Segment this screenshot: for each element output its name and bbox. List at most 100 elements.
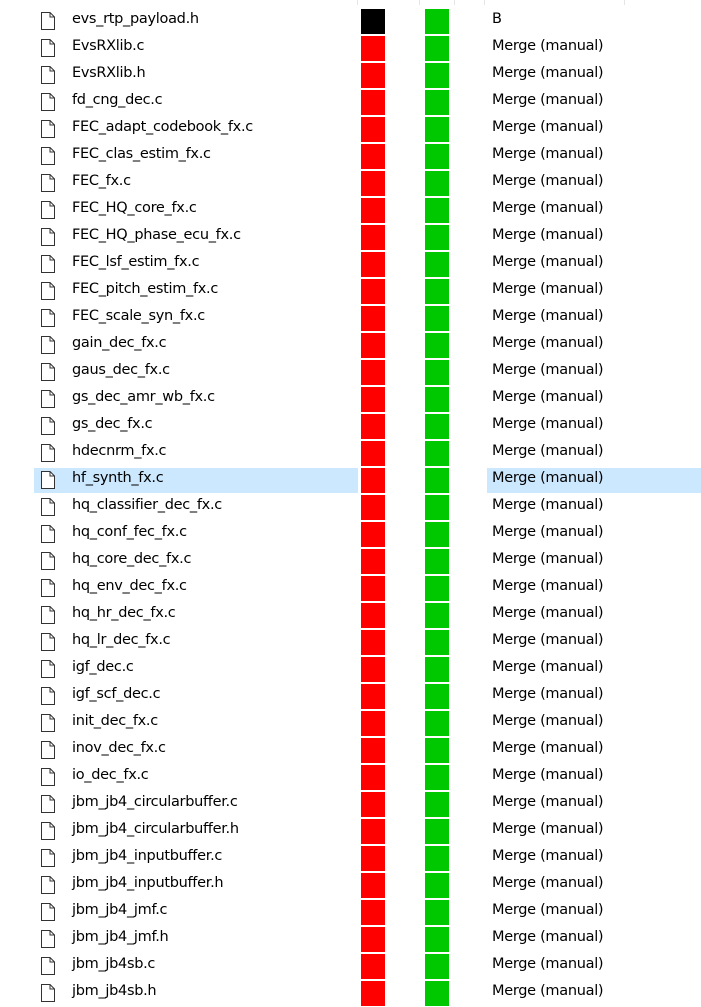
merge-action[interactable]: Merge (manual) <box>492 632 604 648</box>
table-row[interactable]: gain_dec_fx.c Merge (manual) <box>0 332 701 359</box>
merge-action[interactable]: Merge (manual) <box>492 659 604 675</box>
table-row[interactable]: FEC_lsf_estim_fx.c Merge (manual) <box>0 251 701 278</box>
merge-action[interactable]: Merge (manual) <box>492 362 604 378</box>
table-row[interactable]: igf_scf_dec.c Merge (manual) <box>0 683 701 710</box>
merge-action[interactable]: Merge (manual) <box>492 281 604 297</box>
table-row[interactable]: inov_dec_fx.c Merge (manual) <box>0 737 701 764</box>
table-row[interactable]: hdecnrm_fx.c Merge (manual) <box>0 440 701 467</box>
table-row[interactable]: gs_dec_fx.c Merge (manual) <box>0 413 701 440</box>
merge-action[interactable]: B <box>492 11 502 27</box>
file-merge-list: evs_rtp_payload.h B EvsRXlib.c Merge (manua… <box>0 0 701 1006</box>
table-row[interactable]: init_dec_fx.c Merge (manual) <box>0 710 701 737</box>
column-separator[interactable] <box>454 0 455 5</box>
table-row[interactable]: FEC_HQ_core_fx.c Merge (manual) <box>0 197 701 224</box>
table-row[interactable]: gaus_dec_fx.c Merge (manual) <box>0 359 701 386</box>
table-row[interactable]: evs_rtp_payload.h B <box>0 8 701 35</box>
left-status-swatch <box>361 576 385 601</box>
merge-action[interactable]: Merge (manual) <box>492 767 604 783</box>
merge-action[interactable]: Merge (manual) <box>492 389 604 405</box>
merge-action[interactable]: Merge (manual) <box>492 821 604 837</box>
merge-action[interactable]: Merge (manual) <box>492 929 604 945</box>
merge-action[interactable]: Merge (manual) <box>492 227 604 243</box>
table-row[interactable]: FEC_clas_estim_fx.c Merge (manual) <box>0 143 701 170</box>
table-row[interactable]: FEC_scale_syn_fx.c Merge (manual) <box>0 305 701 332</box>
left-status-swatch <box>361 846 385 871</box>
table-row[interactable]: gs_dec_amr_wb_fx.c Merge (manual) <box>0 386 701 413</box>
column-separator[interactable] <box>357 0 358 5</box>
merge-action[interactable]: Merge (manual) <box>492 848 604 864</box>
table-row[interactable]: hf_synth_fx.c Merge (manual) <box>0 467 701 494</box>
table-row[interactable]: hq_classifier_dec_fx.c Merge (manual) <box>0 494 701 521</box>
table-row[interactable]: jbm_jb4_jmf.c Merge (manual) <box>0 899 701 926</box>
left-status-swatch <box>361 252 385 277</box>
merge-action[interactable]: Merge (manual) <box>492 335 604 351</box>
table-row[interactable]: FEC_fx.c Merge (manual) <box>0 170 701 197</box>
table-row[interactable]: hq_env_dec_fx.c Merge (manual) <box>0 575 701 602</box>
table-row[interactable]: jbm_jb4sb.h Merge (manual) <box>0 980 701 1007</box>
merge-action[interactable]: Merge (manual) <box>492 173 604 189</box>
table-row[interactable]: EvsRXlib.c Merge (manual) <box>0 35 701 62</box>
merge-action[interactable]: Merge (manual) <box>492 956 604 972</box>
column-separator[interactable] <box>624 0 625 5</box>
column-separator[interactable] <box>419 0 420 5</box>
file-icon <box>40 902 56 922</box>
right-status-swatch <box>425 684 449 709</box>
left-status-swatch <box>361 198 385 223</box>
table-row[interactable]: jbm_jb4_jmf.h Merge (manual) <box>0 926 701 953</box>
table-row[interactable]: EvsRXlib.h Merge (manual) <box>0 62 701 89</box>
table-row[interactable]: jbm_jb4_inputbuffer.h Merge (manual) <box>0 872 701 899</box>
right-status-swatch <box>425 198 449 223</box>
right-status-swatch <box>425 9 449 34</box>
file-name: FEC_lsf_estim_fx.c <box>72 254 200 270</box>
merge-action[interactable]: Merge (manual) <box>492 794 604 810</box>
column-separator[interactable] <box>484 0 485 5</box>
merge-action[interactable]: Merge (manual) <box>492 65 604 81</box>
table-row[interactable]: FEC_HQ_phase_ecu_fx.c Merge (manual) <box>0 224 701 251</box>
file-icon <box>40 416 56 436</box>
right-status-swatch <box>425 792 449 817</box>
merge-action[interactable]: Merge (manual) <box>492 551 604 567</box>
merge-action[interactable]: Merge (manual) <box>492 200 604 216</box>
table-row[interactable]: jbm_jb4_inputbuffer.c Merge (manual) <box>0 845 701 872</box>
left-status-swatch <box>361 603 385 628</box>
merge-action[interactable]: Merge (manual) <box>492 416 604 432</box>
file-name: hq_env_dec_fx.c <box>72 578 187 594</box>
merge-action[interactable]: Merge (manual) <box>492 119 604 135</box>
merge-action[interactable]: Merge (manual) <box>492 254 604 270</box>
table-row[interactable]: fd_cng_dec.c Merge (manual) <box>0 89 701 116</box>
left-status-swatch <box>361 738 385 763</box>
merge-action[interactable]: Merge (manual) <box>492 740 604 756</box>
table-row[interactable]: jbm_jb4_circularbuffer.h Merge (manual) <box>0 818 701 845</box>
table-row[interactable]: hq_hr_dec_fx.c Merge (manual) <box>0 602 701 629</box>
merge-action[interactable]: Merge (manual) <box>492 713 604 729</box>
merge-action[interactable]: Merge (manual) <box>492 524 604 540</box>
table-row[interactable]: hq_conf_fec_fx.c Merge (manual) <box>0 521 701 548</box>
merge-action[interactable]: Merge (manual) <box>492 38 604 54</box>
merge-action[interactable]: Merge (manual) <box>492 686 604 702</box>
merge-action[interactable]: Merge (manual) <box>492 983 604 999</box>
file-icon <box>40 146 56 166</box>
merge-action[interactable]: Merge (manual) <box>492 146 604 162</box>
merge-action[interactable]: Merge (manual) <box>492 902 604 918</box>
merge-action[interactable]: Merge (manual) <box>492 875 604 891</box>
table-row[interactable]: FEC_pitch_estim_fx.c Merge (manual) <box>0 278 701 305</box>
table-row[interactable]: jbm_jb4_circularbuffer.c Merge (manual) <box>0 791 701 818</box>
table-row[interactable]: FEC_adapt_codebook_fx.c Merge (manual) <box>0 116 701 143</box>
merge-action[interactable]: Merge (manual) <box>492 605 604 621</box>
left-status-swatch <box>361 981 385 1006</box>
left-status-swatch <box>361 171 385 196</box>
table-row[interactable]: igf_dec.c Merge (manual) <box>0 656 701 683</box>
left-status-swatch <box>361 954 385 979</box>
table-row[interactable]: jbm_jb4sb.c Merge (manual) <box>0 953 701 980</box>
merge-action[interactable]: Merge (manual) <box>492 443 604 459</box>
file-name: FEC_HQ_phase_ecu_fx.c <box>72 227 241 243</box>
table-row[interactable]: io_dec_fx.c Merge (manual) <box>0 764 701 791</box>
merge-action[interactable]: Merge (manual) <box>492 92 604 108</box>
table-row[interactable]: hq_lr_dec_fx.c Merge (manual) <box>0 629 701 656</box>
merge-action[interactable]: Merge (manual) <box>492 308 604 324</box>
table-row[interactable]: hq_core_dec_fx.c Merge (manual) <box>0 548 701 575</box>
merge-action[interactable]: Merge (manual) <box>492 578 604 594</box>
merge-action[interactable]: Merge (manual) <box>492 497 604 513</box>
merge-action[interactable]: Merge (manual) <box>492 470 604 486</box>
file-name: hf_synth_fx.c <box>72 470 164 486</box>
